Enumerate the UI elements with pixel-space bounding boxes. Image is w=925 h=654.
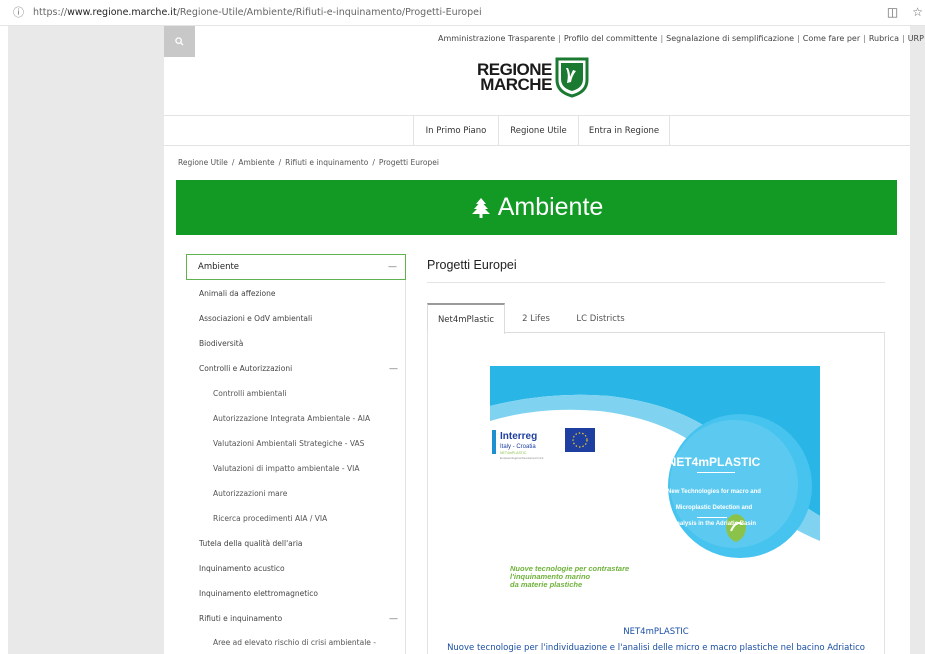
poster-circle-line1: New Technologies for macro and xyxy=(667,489,761,495)
sidebar-subitem-aree-rischio[interactable]: Aree ad elevato rischio di crisi ambient… xyxy=(186,638,406,647)
top-links: Amministrazione Trasparente | Profilo del … xyxy=(438,34,924,43)
poster-interreg-text: Interreg xyxy=(500,431,537,442)
tab-lc-districts[interactable]: LC Districts xyxy=(567,303,634,334)
breadcrumb-current: Progetti Europei xyxy=(378,158,439,167)
poster-fund-note: European Regional Development Fund xyxy=(500,457,544,460)
search-button[interactable] xyxy=(164,26,195,57)
section-banner: Ambiente xyxy=(176,180,897,235)
section-title: Ambiente xyxy=(497,193,604,221)
collapse-icon[interactable]: — xyxy=(388,262,397,272)
reader-view-icon[interactable]: ◫ xyxy=(887,5,898,19)
breadcrumb: Regione Utile / Ambiente / Rifiuti e inquina… xyxy=(178,158,439,167)
page-background-right xyxy=(910,26,925,654)
content-subheading: Nuove tecnologie per l'individuazione e … xyxy=(447,643,865,653)
poster-circle-title: NET4mPLASTIC xyxy=(668,455,761,469)
sidebar-item-inquinamento-acustico[interactable]: Inquinamento acustico xyxy=(186,564,406,573)
favorite-star-icon[interactable]: ☆ xyxy=(912,5,923,19)
sidebar-item-biodiversita[interactable]: Biodiversità xyxy=(186,339,406,348)
top-link-committente[interactable]: Profilo del committente xyxy=(564,34,658,43)
top-link-urp[interactable]: URP xyxy=(908,34,924,43)
poster-program-text: Italy - Croatia xyxy=(500,444,536,450)
poster-project-small: NET4mPLASTIC xyxy=(500,451,527,455)
sidebar-subitem-autorizzazioni-mare[interactable]: Autorizzazioni mare xyxy=(186,489,406,498)
sidebar-item-inquinamento-elettromagnetico[interactable]: Inquinamento elettromagnetico xyxy=(186,589,406,598)
poster-green-line3: da materie plastiche xyxy=(510,580,582,589)
nav-in-primo-piano[interactable]: In Primo Piano xyxy=(413,116,498,146)
browser-address-bar[interactable]: ⓘ https://www.regione.marche.it/Regione-… xyxy=(0,0,925,26)
sidebar-subitem-ricerca-procedimenti[interactable]: Ricerca procedimenti AIA / VIA xyxy=(186,514,406,523)
poster-graphic: Interreg Italy - Croatia NET4mPLASTIC Eu… xyxy=(490,366,820,601)
main-navigation: In Primo Piano Regione Utile Entra in Re… xyxy=(164,115,910,146)
content-heading: NET4mPLASTIC xyxy=(623,627,689,637)
net4mplastic-poster: Interreg Italy - Croatia NET4mPLASTIC Eu… xyxy=(490,366,820,601)
breadcrumb-ambiente[interactable]: Ambiente xyxy=(238,158,274,167)
project-tabs: Net4mPlastic 2 Lifes LC Districts xyxy=(427,303,885,334)
tab-2-lifes[interactable]: 2 Lifes xyxy=(510,303,562,334)
top-link-trasparenza[interactable]: Amministrazione Trasparente xyxy=(438,34,555,43)
regione-marche-logo[interactable]: REGIONE MARCHE xyxy=(477,56,589,98)
sidebar-item-associazioni[interactable]: Associazioni e OdV ambientali xyxy=(186,314,406,323)
coat-of-arms-icon xyxy=(555,57,589,98)
collapse-icon[interactable]: — xyxy=(389,364,398,374)
top-link-semplificazione[interactable]: Segnalazione di semplificazione xyxy=(666,34,794,43)
sidebar-item-qualita-aria[interactable]: Tutela della qualità dell'aria xyxy=(186,539,406,548)
page-info-icon[interactable]: ⓘ xyxy=(13,6,25,19)
nav-regione-utile[interactable]: Regione Utile xyxy=(498,116,578,146)
top-link-come-fare[interactable]: Come fare per xyxy=(803,34,860,43)
top-link-rubrica[interactable]: Rubrica xyxy=(869,34,899,43)
sidebar-subitem-controlli-ambientali[interactable]: Controlli ambientali xyxy=(186,389,406,398)
sidebar-subitem-via[interactable]: Valutazioni di impatto ambientale - VIA xyxy=(186,464,406,473)
poster-circle-line2: Microplastic Detection and xyxy=(676,505,753,511)
nav-entra-in-regione[interactable]: Entra in Regione xyxy=(578,116,670,146)
sidebar-menu: Ambiente — Animali da affezione Associaz… xyxy=(186,254,406,654)
search-icon xyxy=(175,37,184,46)
breadcrumb-regione-utile[interactable]: Regione Utile xyxy=(178,158,228,167)
url-text[interactable]: https://www.regione.marche.it/Regione-Ut… xyxy=(33,7,482,18)
tree-icon xyxy=(471,197,490,218)
sidebar-item-controlli[interactable]: Controlli e Autorizzazioni — xyxy=(186,364,406,374)
tab-net4mplastic[interactable]: Net4mPlastic xyxy=(427,303,505,334)
sidebar-subitem-aia[interactable]: Autorizzazione Integrata Ambientale - AI… xyxy=(186,414,406,423)
sidebar-item-rifiuti[interactable]: Rifiuti e inquinamento — xyxy=(186,614,406,624)
poster-circle-line3: Analysis in the Adriatic Basin xyxy=(672,521,756,527)
sidebar-item-animali[interactable]: Animali da affezione xyxy=(186,289,406,298)
page-title: Progetti Europei xyxy=(427,258,517,272)
collapse-icon[interactable]: — xyxy=(389,614,398,624)
page-background-left xyxy=(8,26,164,654)
sidebar-heading-ambiente[interactable]: Ambiente — xyxy=(186,254,406,280)
title-divider xyxy=(427,282,885,283)
breadcrumb-rifiuti[interactable]: Rifiuti e inquinamento xyxy=(285,158,368,167)
sidebar-subitem-vas[interactable]: Valutazioni Ambientali Strategiche - VAS xyxy=(186,439,406,448)
